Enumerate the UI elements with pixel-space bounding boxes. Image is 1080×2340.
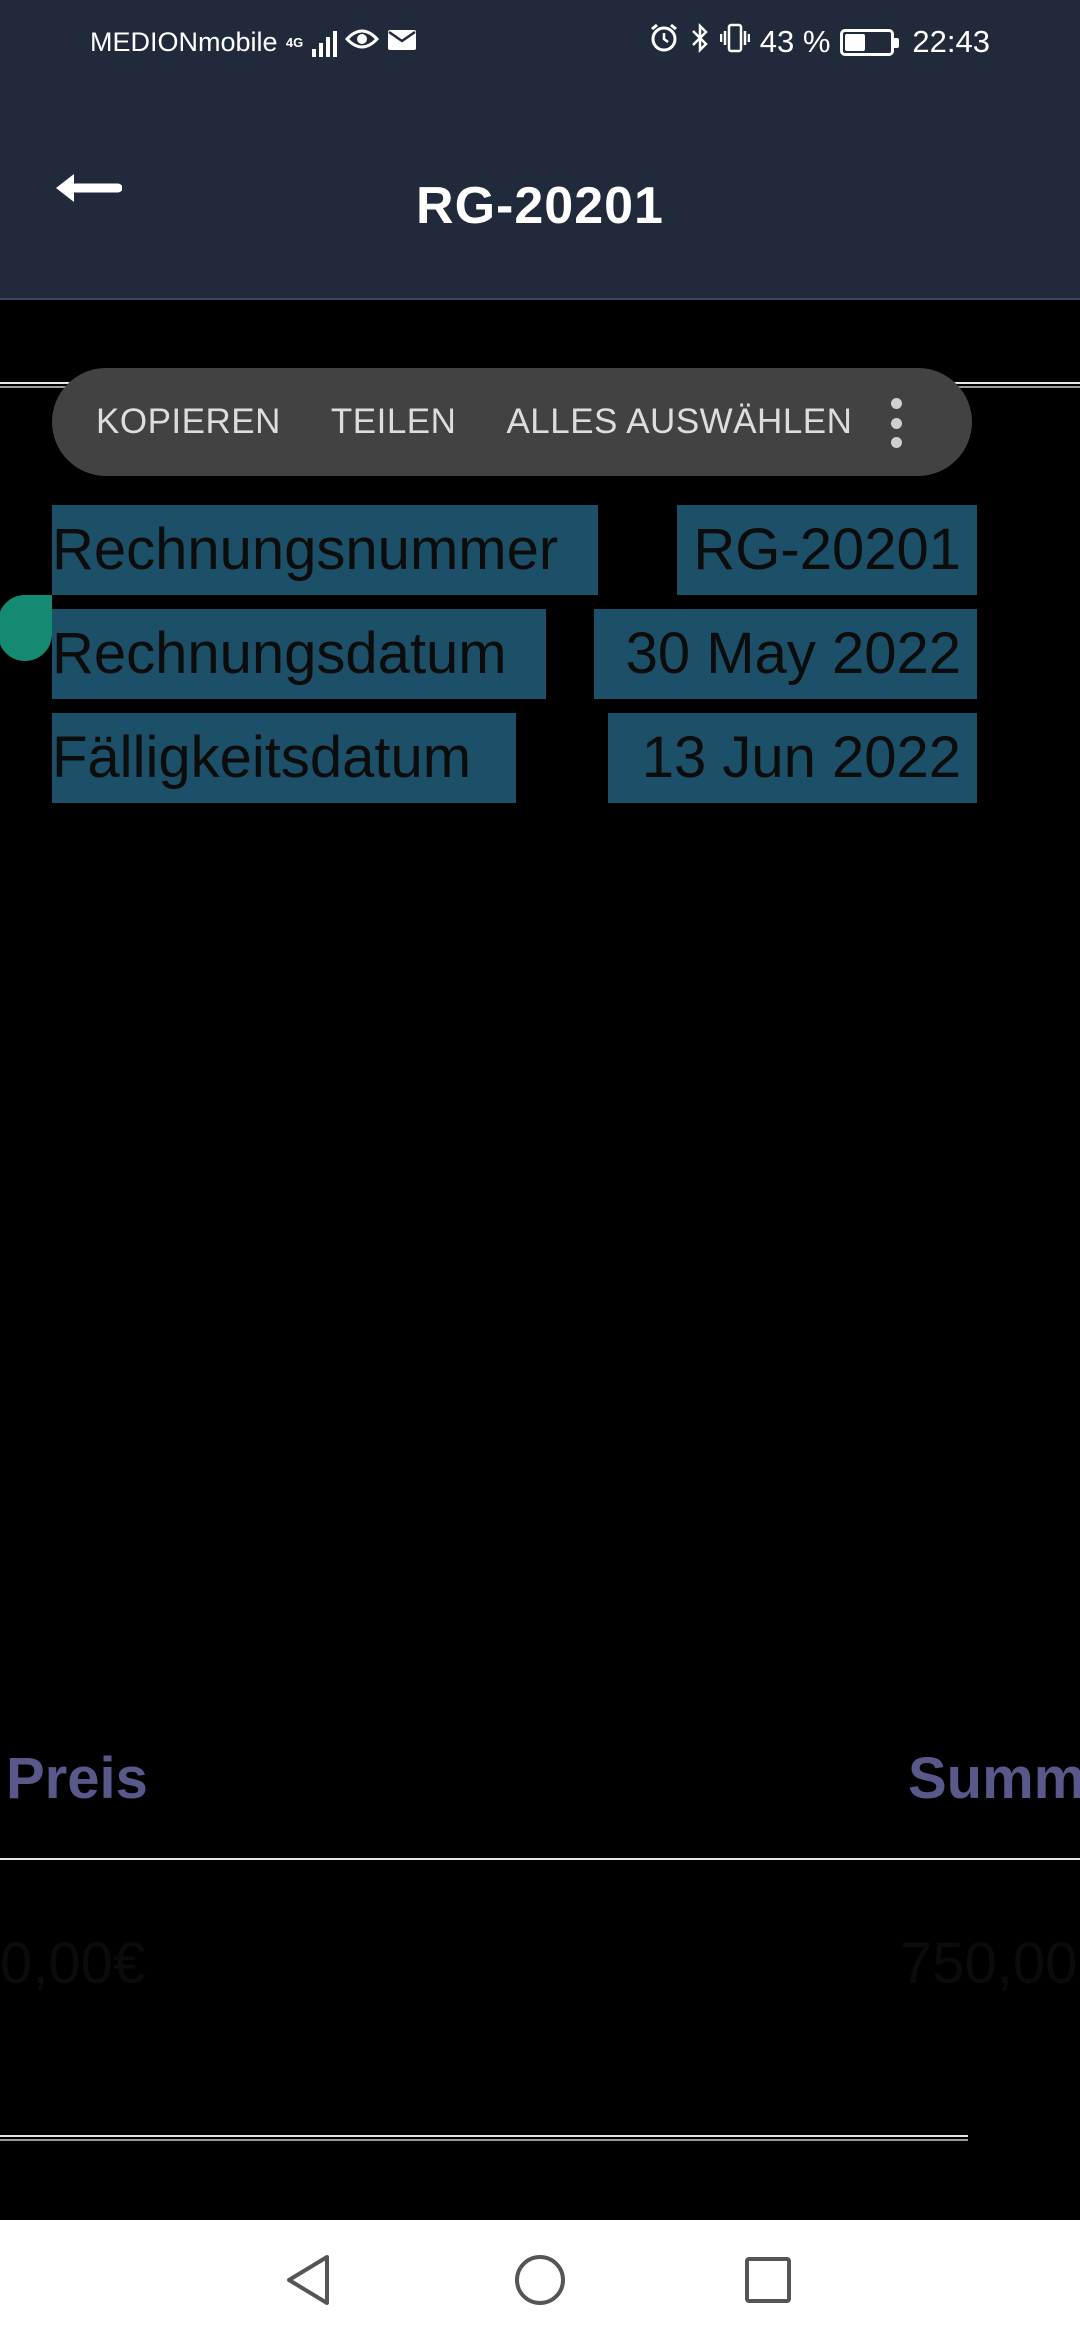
vibrate-icon [719,22,750,62]
nav-recents-button[interactable] [728,2242,808,2322]
table-header-divider [0,1858,1080,1860]
share-button[interactable]: TEILEN [331,402,457,442]
table-bottom-divider [0,2135,968,2141]
nav-home-button[interactable] [500,2242,580,2322]
column-header-price: Preis [6,1746,148,1811]
invoice-date-label: Rechnungsdatum [52,609,546,699]
invoice-number-value: RG-20201 [677,505,977,595]
copy-button[interactable]: KOPIEREN [96,402,281,442]
battery-percent: 43 % [759,24,831,59]
clock: 22:43 [912,24,990,59]
carrier-name: MEDIONmobile [90,26,278,57]
status-bar: MEDIONmobile 4G 43 % 22:43 [0,0,1080,80]
invoice-date-value: 30 May 2022 [594,609,977,699]
page-title: RG-20201 [416,177,664,235]
network-type: 4G [285,34,304,50]
navigation-bar [0,2220,1080,2340]
battery-icon [840,28,900,56]
more-vertical-icon[interactable] [890,398,902,448]
app-bar: RG-20201 [0,80,1080,300]
due-date-value: 13 Jun 2022 [608,713,977,803]
signal-icon [311,27,337,57]
eye-icon [344,27,379,58]
alarm-icon [648,22,680,62]
square-recents-icon [743,2255,793,2310]
bluetooth-icon [690,22,710,62]
selection-handle[interactable] [0,595,52,661]
text-selection-toolbar: KOPIEREN TEILEN ALLES AUSWÄHLEN [52,368,972,476]
nav-back-button[interactable] [268,2242,348,2322]
column-header-sum: Summ [908,1746,1080,1811]
row-price-cell: 0,00€ [0,1931,146,1996]
circle-home-icon [513,2253,567,2312]
mail-icon [387,27,417,58]
triangle-back-icon [283,2253,333,2312]
due-date-label: Fälligkeitsdatum [52,713,516,803]
select-all-button[interactable]: ALLES AUSWÄHLEN [506,402,852,442]
row-sum-cell: 750,00 [900,1931,1078,1996]
invoice-number-label: Rechnungsnummer [52,505,598,595]
